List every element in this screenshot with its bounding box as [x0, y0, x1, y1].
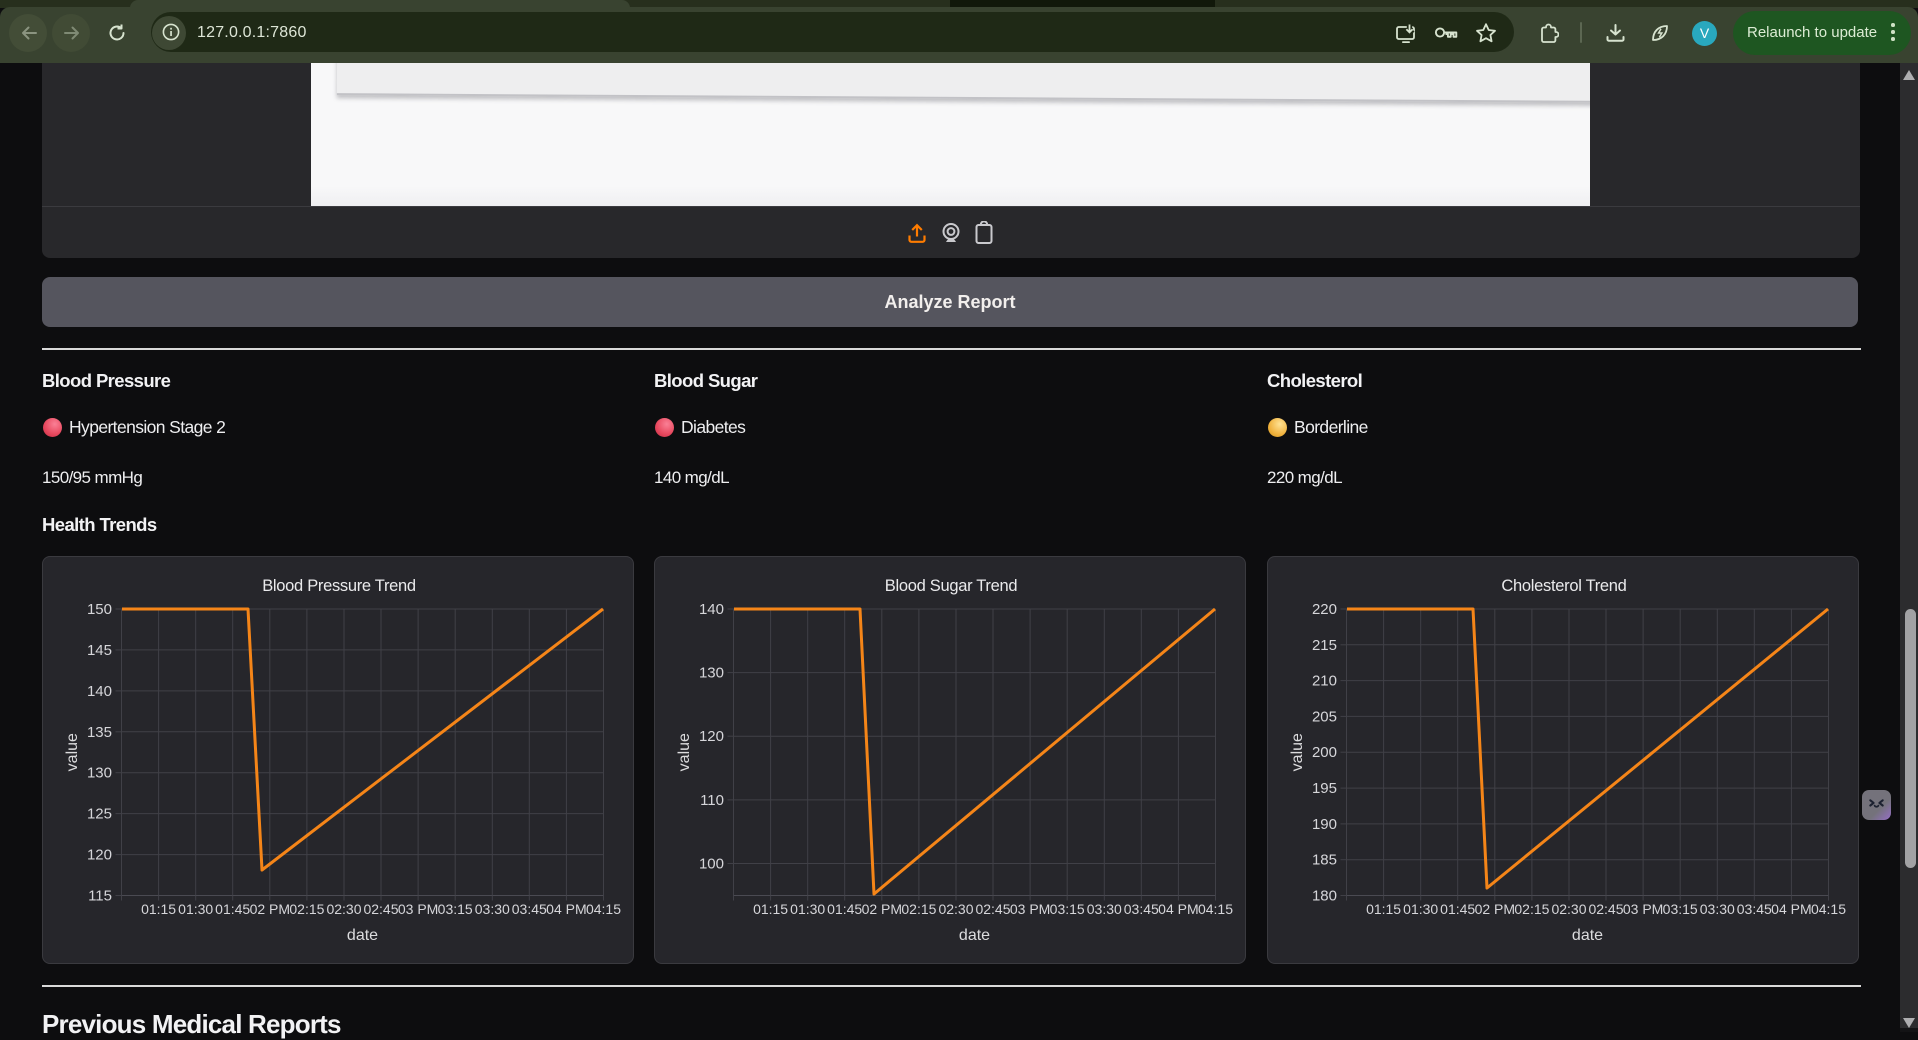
- svg-text:value: value: [676, 733, 693, 771]
- svg-text:02:45: 02:45: [975, 901, 1010, 917]
- svg-text:110: 110: [700, 792, 724, 809]
- svg-text:date: date: [959, 927, 990, 944]
- svg-text:01:15: 01:15: [1366, 901, 1401, 917]
- svg-text:03 PM: 03 PM: [398, 901, 438, 917]
- svg-text:03:15: 03:15: [1663, 901, 1698, 917]
- svg-text:03:30: 03:30: [1700, 901, 1735, 917]
- svg-text:02:45: 02:45: [363, 901, 398, 917]
- svg-text:220: 220: [1312, 601, 1337, 618]
- svg-text:03:15: 03:15: [438, 901, 473, 917]
- svg-text:215: 215: [1312, 637, 1337, 654]
- svg-text:125: 125: [87, 806, 112, 823]
- svg-text:01:15: 01:15: [753, 901, 788, 917]
- svg-text:04:15: 04:15: [1811, 901, 1846, 917]
- svg-text:180: 180: [1312, 888, 1337, 905]
- svg-text:02 PM: 02 PM: [1475, 901, 1515, 917]
- svg-text:04:15: 04:15: [1198, 901, 1233, 917]
- svg-text:150: 150: [87, 601, 112, 618]
- svg-text:date: date: [1572, 927, 1603, 944]
- svg-text:date: date: [347, 927, 378, 944]
- svg-text:130: 130: [87, 765, 112, 782]
- svg-text:01:45: 01:45: [215, 901, 250, 917]
- svg-text:03:45: 03:45: [512, 901, 547, 917]
- svg-text:Blood Sugar Trend: Blood Sugar Trend: [885, 577, 1018, 595]
- svg-text:value: value: [1289, 733, 1306, 771]
- svg-text:02:45: 02:45: [1588, 901, 1623, 917]
- svg-text:02:30: 02:30: [938, 901, 973, 917]
- svg-text:02 PM: 02 PM: [862, 901, 902, 917]
- svg-text:Blood Pressure Trend: Blood Pressure Trend: [262, 577, 416, 595]
- svg-text:04 PM: 04 PM: [546, 901, 586, 917]
- svg-text:210: 210: [1312, 673, 1337, 690]
- svg-text:02:15: 02:15: [901, 901, 936, 917]
- svg-text:03 PM: 03 PM: [1010, 901, 1050, 917]
- svg-text:130: 130: [699, 665, 724, 682]
- svg-text:200: 200: [1312, 744, 1337, 761]
- svg-text:02:30: 02:30: [326, 901, 361, 917]
- svg-text:03:15: 03:15: [1050, 901, 1085, 917]
- svg-text:120: 120: [699, 728, 724, 745]
- svg-text:04:15: 04:15: [586, 901, 621, 917]
- svg-text:02:30: 02:30: [1551, 901, 1586, 917]
- svg-text:115: 115: [88, 888, 112, 905]
- svg-text:03:30: 03:30: [475, 901, 510, 917]
- svg-text:100: 100: [699, 856, 724, 873]
- svg-text:04 PM: 04 PM: [1771, 901, 1811, 917]
- svg-text:195: 195: [1312, 780, 1337, 797]
- svg-text:04 PM: 04 PM: [1158, 901, 1198, 917]
- svg-text:Cholesterol Trend: Cholesterol Trend: [1501, 577, 1626, 595]
- svg-text:140: 140: [87, 683, 112, 700]
- svg-text:02:15: 02:15: [289, 901, 324, 917]
- svg-text:02 PM: 02 PM: [250, 901, 290, 917]
- svg-text:185: 185: [1312, 852, 1337, 869]
- svg-text:01:15: 01:15: [141, 901, 176, 917]
- svg-text:03:45: 03:45: [1124, 901, 1159, 917]
- svg-text:190: 190: [1312, 816, 1337, 833]
- svg-text:01:45: 01:45: [827, 901, 862, 917]
- svg-text:03:45: 03:45: [1737, 901, 1772, 917]
- svg-text:01:45: 01:45: [1440, 901, 1475, 917]
- svg-text:140: 140: [699, 601, 724, 618]
- svg-text:205: 205: [1312, 708, 1337, 725]
- svg-text:03 PM: 03 PM: [1623, 901, 1663, 917]
- svg-text:value: value: [64, 733, 81, 771]
- svg-text:03:30: 03:30: [1087, 901, 1122, 917]
- svg-text:02:15: 02:15: [1514, 901, 1549, 917]
- svg-text:01:30: 01:30: [178, 901, 213, 917]
- svg-text:01:30: 01:30: [1403, 901, 1438, 917]
- svg-text:01:30: 01:30: [790, 901, 825, 917]
- svg-text:120: 120: [87, 847, 112, 864]
- svg-text:145: 145: [87, 642, 112, 659]
- svg-text:135: 135: [87, 724, 112, 741]
